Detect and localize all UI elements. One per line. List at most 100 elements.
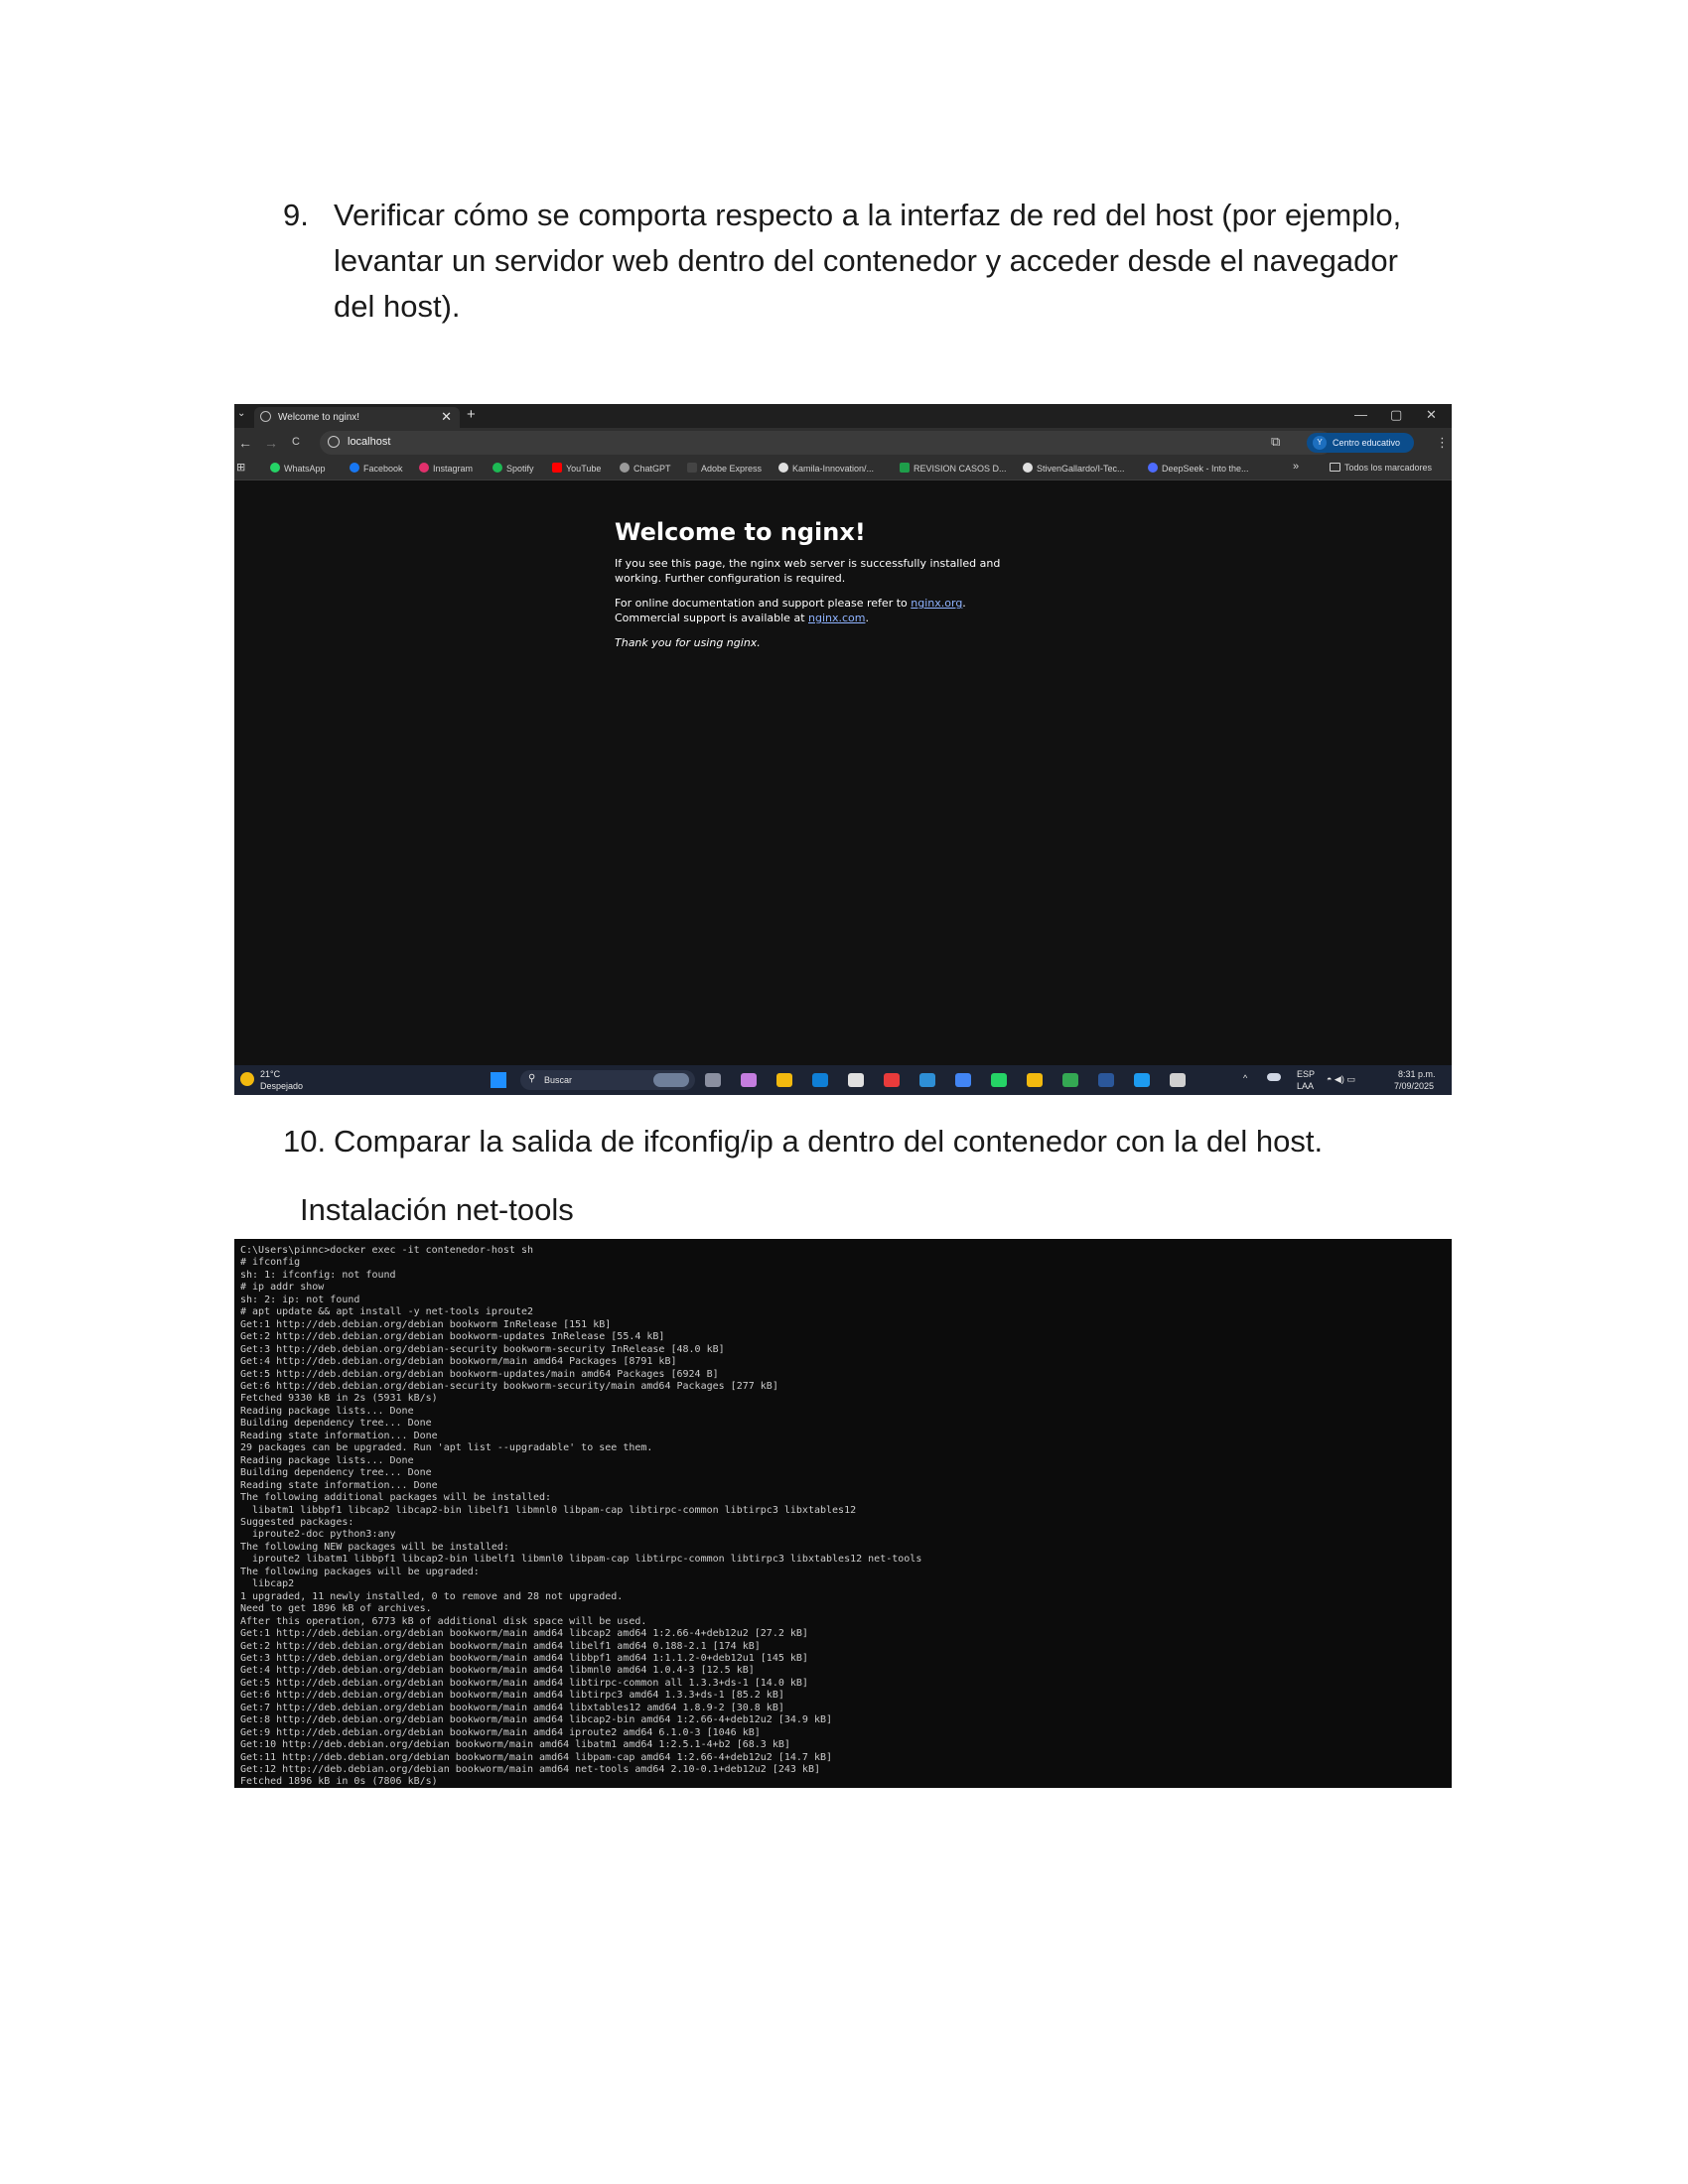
bookmark-facebook[interactable]: Facebook — [350, 463, 403, 474]
list-number-9: 9. — [283, 198, 309, 232]
close-window-icon[interactable]: ✕ — [1426, 407, 1437, 423]
spotify-icon — [492, 463, 502, 473]
terminal-line: Get:4 http://deb.debian.org/debian bookw… — [240, 1356, 677, 1368]
word-icon[interactable] — [1098, 1073, 1114, 1087]
terminal-line: Fetched 1896 kB in 0s (7806 kB/s) — [240, 1776, 438, 1788]
terminal-line: Get:1 http://deb.debian.org/debian bookw… — [240, 1628, 808, 1640]
chrome-icon[interactable] — [955, 1073, 971, 1087]
terminal-line: The following packages will be upgraded: — [240, 1566, 480, 1577]
docker-icon[interactable] — [1134, 1073, 1150, 1087]
bookmark-spotify[interactable]: Spotify — [492, 463, 534, 474]
whatsapp-icon — [270, 463, 280, 473]
support-line: Commercial support is available at nginx… — [615, 612, 869, 624]
extensions-icon[interactable]: ⧉ — [1271, 434, 1280, 450]
language-code[interactable]: ESP — [1297, 1069, 1315, 1079]
terminal-line: Get:3 http://deb.debian.org/debian-secur… — [240, 1343, 725, 1355]
github-icon — [1023, 463, 1033, 473]
list-item-9-line: del host). — [334, 289, 461, 324]
chatgpt-icon — [620, 463, 630, 473]
terminal-line: Get:2 http://deb.debian.org/debian bookw… — [240, 1640, 761, 1652]
bookmark-revision-casos[interactable]: REVISION CASOS D... — [900, 463, 1007, 474]
app-icon[interactable] — [884, 1073, 900, 1087]
nginx-com-link[interactable]: nginx.com — [808, 612, 865, 624]
clock-date[interactable]: 7/09/2025 — [1394, 1081, 1434, 1091]
bookmark-whatsapp[interactable]: WhatsApp — [270, 463, 326, 474]
back-icon[interactable]: ← — [238, 435, 252, 451]
url-text: localhost — [348, 436, 391, 448]
address-input[interactable]: localhost ☆ — [320, 431, 1333, 455]
terminal-output: C:\Users\pinnc>docker exec -it contenedo… — [234, 1239, 1452, 1788]
network-volume-battery-icons[interactable]: ◓ ◀) ▭ — [1327, 1074, 1355, 1085]
file-explorer-icon[interactable] — [776, 1073, 792, 1087]
terminal-line: The following additional packages will b… — [240, 1492, 552, 1504]
thanks-line: Thank you for using nginx. — [615, 636, 761, 649]
onedrive-icon[interactable] — [1267, 1073, 1281, 1081]
terminal-line: sh: 2: ip: not found — [240, 1294, 360, 1305]
copilot-icon[interactable] — [741, 1073, 757, 1087]
task-view-icon[interactable] — [705, 1073, 721, 1087]
bookmarks-bar: ⊞ WhatsApp Facebook Instagram Spotify Yo… — [234, 458, 1452, 480]
avatar: Y — [1313, 436, 1327, 450]
bookmark-chatgpt[interactable]: ChatGPT — [620, 463, 671, 474]
bookmark-adobe-express[interactable]: Adobe Express — [687, 463, 762, 474]
chrome-icon[interactable] — [1062, 1073, 1078, 1087]
keyboard-layout[interactable]: LAA — [1297, 1081, 1314, 1091]
store-icon[interactable] — [848, 1073, 864, 1087]
terminal-line: Get:6 http://deb.debian.org/debian-secur… — [240, 1380, 778, 1392]
tab-welcome-nginx[interactable]: Welcome to nginx! ✕ — [254, 407, 460, 428]
site-info-icon[interactable] — [328, 436, 340, 448]
globe-icon — [260, 411, 271, 422]
terminal-line: Get:7 http://deb.debian.org/debian bookw… — [240, 1702, 784, 1713]
power-bi-icon[interactable] — [1027, 1073, 1043, 1087]
section-subheading: Instalación net-tools — [300, 1192, 574, 1227]
terminal-line: Reading package lists... Done — [240, 1405, 414, 1417]
terminal-line: libcap2 — [240, 1578, 295, 1590]
app-icon[interactable] — [919, 1073, 935, 1087]
terminal-line: The following NEW packages will be insta… — [240, 1541, 509, 1553]
terminal-icon[interactable] — [1170, 1073, 1186, 1087]
taskbar-search[interactable]: ⚲ Buscar — [520, 1070, 695, 1090]
facebook-icon — [350, 463, 359, 473]
new-tab-button[interactable]: + — [467, 406, 476, 423]
list-item-9-line: levantar un servidor web dentro del cont… — [334, 243, 1398, 278]
terminal-line: Get:10 http://deb.debian.org/debian book… — [240, 1739, 790, 1751]
weather-status: Despejado — [260, 1081, 304, 1091]
search-label: Buscar — [544, 1075, 573, 1085]
page-heading: Welcome to nginx! — [615, 518, 866, 546]
maximize-icon[interactable]: ▢ — [1390, 407, 1402, 423]
youtube-icon — [552, 463, 562, 473]
clock-time[interactable]: 8:31 p.m. — [1398, 1069, 1436, 1079]
bookmark-stivengallardo[interactable]: StivenGallardo/I-Tec... — [1023, 463, 1125, 474]
all-bookmarks-folder[interactable]: Todos los marcadores — [1330, 463, 1432, 473]
terminal-line: iproute2-doc python3:any — [240, 1529, 396, 1541]
terminal-line: Need to get 1896 kB of archives. — [240, 1603, 432, 1615]
search-icon: ⚲ — [528, 1073, 536, 1084]
bookmark-instagram[interactable]: Instagram — [419, 463, 473, 474]
instagram-icon — [419, 463, 429, 473]
profile-label: Centro educativo — [1333, 438, 1401, 448]
bookmark-deepseek[interactable]: DeepSeek - Into the... — [1148, 463, 1249, 474]
close-tab-icon[interactable]: ✕ — [441, 409, 452, 425]
forward-icon[interactable]: → — [264, 435, 278, 451]
folder-icon — [1330, 463, 1340, 472]
bookmark-kamila[interactable]: Kamila-Innovation/... — [778, 463, 874, 474]
bookmark-youtube[interactable]: YouTube — [552, 463, 601, 474]
apps-icon[interactable]: ⊞ — [236, 461, 245, 474]
nginx-org-link[interactable]: nginx.org — [911, 597, 962, 610]
terminal-line: Get:5 http://deb.debian.org/debian bookw… — [240, 1677, 808, 1689]
minimize-icon[interactable]: — — [1354, 407, 1367, 422]
kebab-menu-icon[interactable]: ⋮ — [1436, 435, 1449, 451]
profile-button[interactable]: Y Centro educativo — [1307, 433, 1414, 453]
weather-temp: 21°C — [260, 1069, 281, 1079]
terminal-line: Get:2 http://deb.debian.org/debian bookw… — [240, 1331, 665, 1343]
whatsapp-icon[interactable] — [991, 1073, 1007, 1087]
terminal-screenshot: C:\Users\pinnc>docker exec -it contenedo… — [234, 1239, 1452, 1788]
deepseek-icon — [1148, 463, 1158, 473]
edge-icon[interactable] — [812, 1073, 828, 1087]
reload-icon[interactable]: C — [292, 436, 300, 448]
windows-start-icon[interactable] — [491, 1072, 506, 1088]
tray-expand-icon[interactable]: ^ — [1243, 1073, 1247, 1083]
more-bookmarks-icon[interactable]: » — [1293, 461, 1299, 473]
terminal-line: Get:6 http://deb.debian.org/debian bookw… — [240, 1690, 784, 1702]
tab-list-icon[interactable]: ⌄ — [237, 408, 245, 419]
